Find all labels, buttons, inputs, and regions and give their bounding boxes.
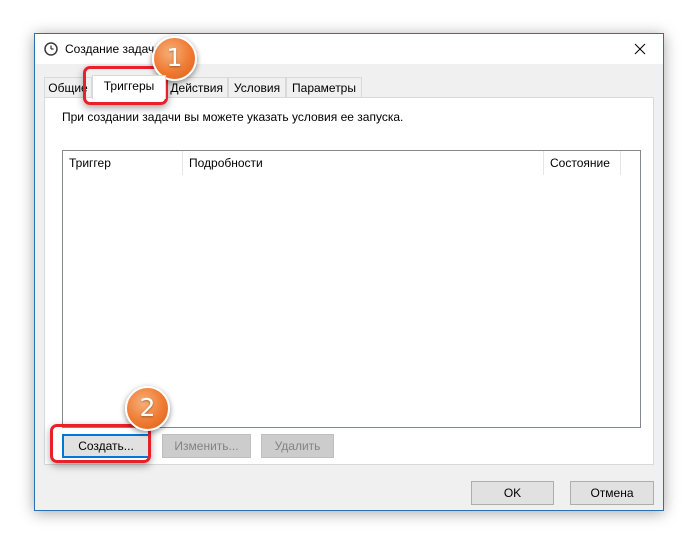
close-button[interactable] [617, 34, 663, 64]
delete-button[interactable]: Удалить [261, 434, 334, 458]
column-divider[interactable] [620, 151, 621, 175]
edit-button[interactable]: Изменить... [162, 434, 251, 458]
cancel-button[interactable]: Отмена [570, 481, 654, 505]
create-button-highlight [50, 424, 151, 463]
ok-button[interactable]: OK [471, 481, 554, 505]
triggers-hint-text: При создании задачи вы можете указать ус… [62, 110, 404, 124]
tab-settings[interactable]: Параметры [286, 77, 362, 98]
tab-conditions[interactable]: Условия [228, 77, 286, 98]
window-title: Создание задачи [65, 42, 161, 56]
close-icon [634, 43, 646, 55]
step-badge-2: 2 [125, 386, 170, 431]
clock-icon [44, 42, 58, 56]
tab-triggers[interactable]: Триггеры [92, 75, 166, 99]
column-header-details[interactable]: Подробности [183, 151, 543, 175]
title-bar[interactable]: Создание задачи [35, 34, 663, 64]
column-header-trigger[interactable]: Триггер [63, 151, 182, 175]
column-header-status[interactable]: Состояние [544, 151, 620, 175]
